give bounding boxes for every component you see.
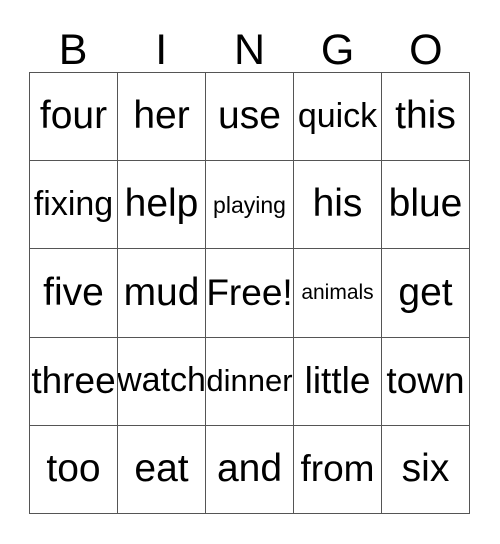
bingo-cell-label: her bbox=[133, 94, 190, 138]
bingo-header-row: B I N G O bbox=[29, 14, 470, 72]
bingo-cell[interactable]: this bbox=[382, 73, 470, 162]
bingo-cell[interactable]: quick bbox=[294, 73, 382, 162]
bingo-header-cell-g: G bbox=[294, 14, 382, 72]
bingo-cell-label: five bbox=[43, 270, 104, 314]
bingo-cell-label: quick bbox=[297, 96, 378, 135]
bingo-cell-label: three bbox=[31, 359, 116, 401]
bingo-cell[interactable]: town bbox=[382, 337, 470, 426]
bingo-cell-label: too bbox=[46, 446, 101, 490]
bingo-cell[interactable]: playing bbox=[206, 161, 294, 250]
bingo-cell-label: blue bbox=[388, 182, 463, 226]
bingo-header-letter-i: I bbox=[155, 26, 168, 74]
bingo-header-letter-n: N bbox=[233, 26, 265, 74]
bingo-card: B I N G O four her use quick this fixing… bbox=[0, 0, 500, 544]
bingo-header-letter-g: G bbox=[320, 26, 355, 74]
bingo-header-cell-n: N bbox=[205, 14, 293, 72]
bingo-cell-label: this bbox=[395, 94, 456, 138]
bingo-cell-label: fixing bbox=[33, 184, 114, 223]
bingo-cell[interactable]: six bbox=[382, 425, 470, 514]
bingo-header-cell-i: I bbox=[117, 14, 205, 72]
bingo-cell[interactable]: help bbox=[118, 161, 206, 250]
bingo-grid: four her use quick this fixing help play… bbox=[29, 72, 470, 514]
bingo-cell-label: use bbox=[218, 94, 281, 138]
bingo-cell[interactable]: dinner bbox=[206, 337, 294, 426]
bingo-cell[interactable]: five bbox=[30, 249, 118, 338]
bingo-header-cell-b: B bbox=[29, 14, 117, 72]
bingo-cell-label: playing bbox=[213, 191, 286, 218]
bingo-cell[interactable]: from bbox=[294, 425, 382, 514]
bingo-free-cell[interactable]: Free! bbox=[206, 249, 294, 338]
bingo-cell-label: town bbox=[386, 359, 465, 401]
bingo-cell[interactable]: too bbox=[30, 425, 118, 514]
bingo-cell-label: help bbox=[124, 182, 199, 226]
bingo-cell[interactable]: four bbox=[30, 73, 118, 162]
bingo-cell[interactable]: three bbox=[30, 337, 118, 426]
bingo-free-label: Free! bbox=[206, 271, 293, 313]
bingo-cell-label: animals bbox=[301, 280, 374, 304]
bingo-cell[interactable]: little bbox=[294, 337, 382, 426]
bingo-cell-label: four bbox=[39, 94, 108, 138]
bingo-cell-label: watch bbox=[118, 361, 206, 400]
bingo-cell-label: get bbox=[398, 270, 453, 314]
bingo-cell-label: and bbox=[216, 446, 283, 490]
bingo-cell[interactable]: animals bbox=[294, 249, 382, 338]
bingo-header-cell-o: O bbox=[382, 14, 470, 72]
bingo-cell[interactable]: her bbox=[118, 73, 206, 162]
bingo-cell-label: mud bbox=[123, 270, 200, 314]
bingo-header-letter-o: O bbox=[409, 26, 443, 74]
bingo-cell[interactable]: use bbox=[206, 73, 294, 162]
bingo-cell[interactable]: blue bbox=[382, 161, 470, 250]
bingo-cell[interactable]: get bbox=[382, 249, 470, 338]
bingo-cell[interactable]: mud bbox=[118, 249, 206, 338]
bingo-cell[interactable]: fixing bbox=[30, 161, 118, 250]
bingo-cell[interactable]: his bbox=[294, 161, 382, 250]
bingo-cell[interactable]: watch bbox=[118, 337, 206, 426]
bingo-cell-label: his bbox=[312, 182, 363, 226]
bingo-header-letter-b: B bbox=[58, 26, 88, 74]
bingo-cell-label: six bbox=[401, 446, 450, 490]
bingo-cell-label: dinner bbox=[206, 362, 293, 398]
bingo-cell-label: from bbox=[300, 447, 375, 489]
bingo-cell[interactable]: eat bbox=[118, 425, 206, 514]
bingo-cell-label: eat bbox=[134, 446, 189, 490]
bingo-cell-label: little bbox=[304, 359, 371, 401]
bingo-cell[interactable]: and bbox=[206, 425, 294, 514]
